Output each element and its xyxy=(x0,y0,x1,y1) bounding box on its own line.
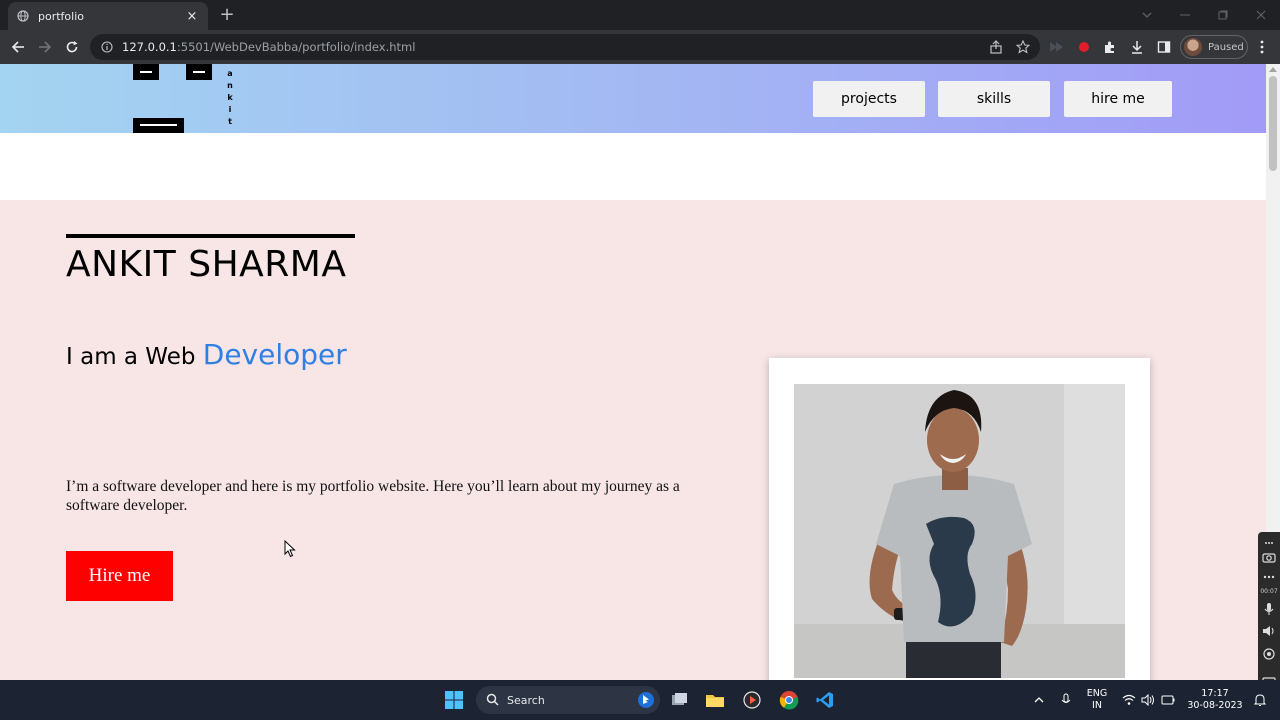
page-title: ANKIT SHARMA xyxy=(66,244,347,285)
extensions-puzzle-icon[interactable] xyxy=(1101,38,1119,56)
nav-projects[interactable]: projects xyxy=(813,81,925,117)
hire-me-button[interactable]: Hire me xyxy=(66,551,173,601)
tab-close-button[interactable]: × xyxy=(184,9,200,24)
logo-block-left xyxy=(133,64,159,80)
task-view-icon[interactable] xyxy=(666,687,692,713)
windows-start-icon[interactable] xyxy=(441,687,467,713)
profile-photo xyxy=(794,384,1125,678)
name-underline xyxy=(66,234,355,238)
close-window-button[interactable] xyxy=(1242,0,1280,30)
search-icon xyxy=(486,691,499,710)
info-icon[interactable] xyxy=(100,40,114,54)
logo-block-right xyxy=(186,64,212,80)
globe-icon xyxy=(16,9,30,23)
profile-button[interactable]: Paused xyxy=(1180,35,1248,59)
logo-letters: a n k i t xyxy=(227,69,233,126)
clock-time: 17:17 xyxy=(1201,688,1229,699)
language-indicator[interactable]: ENG IN xyxy=(1084,688,1110,712)
kebab-menu-icon[interactable] xyxy=(1253,38,1271,56)
tagline-accent: Developer xyxy=(202,338,347,371)
tab-search-chevron-icon[interactable] xyxy=(1128,0,1166,30)
clock[interactable]: 17:17 30-08-2023 xyxy=(1183,688,1247,712)
chrome-icon[interactable] xyxy=(776,687,802,713)
tray-microphone-icon[interactable] xyxy=(1053,687,1079,713)
clock-date: 30-08-2023 xyxy=(1187,700,1243,711)
scroll-thumb[interactable] xyxy=(1269,76,1277,171)
reload-button[interactable] xyxy=(60,35,84,59)
minimize-button[interactable] xyxy=(1166,0,1204,30)
site-header: a n k i t projects skills hire me xyxy=(0,64,1266,133)
tab-title: portfolio xyxy=(38,9,84,23)
download-icon[interactable] xyxy=(1128,38,1146,56)
profile-status: Paused xyxy=(1208,41,1244,53)
hero-section: ANKIT SHARMA I am a Web Developer I’m a … xyxy=(0,200,1266,680)
tagline-prefix: I am a Web xyxy=(66,344,203,370)
nav-skills[interactable]: skills xyxy=(938,81,1050,117)
extension-forward-icon[interactable] xyxy=(1048,38,1066,56)
url-host: 127.0.0.1 xyxy=(122,40,177,54)
page-viewport: a n k i t projects skills hire me ANKIT … xyxy=(0,64,1266,680)
site-logo[interactable]: a n k i t xyxy=(133,64,233,133)
share-icon[interactable] xyxy=(988,39,1004,55)
microphone-icon[interactable] xyxy=(1260,600,1278,618)
nav-hire-me[interactable]: hire me xyxy=(1064,81,1172,117)
tray-chevron-up-icon[interactable] xyxy=(1026,687,1052,713)
vscode-icon[interactable] xyxy=(812,687,838,713)
address-bar[interactable]: 127.0.0.1:5501/WebDevBabba/portfolio/ind… xyxy=(90,34,1040,60)
url-path: :5501/WebDevBabba/portfolio/index.html xyxy=(176,40,416,54)
browser-toolbar: 127.0.0.1:5501/WebDevBabba/portfolio/ind… xyxy=(0,30,1280,64)
recording-time: 00:07 xyxy=(1260,588,1278,595)
new-tab-button[interactable]: + xyxy=(216,4,238,26)
battery-icon[interactable] xyxy=(1155,687,1181,713)
logo-block-bottom xyxy=(133,118,184,133)
profile-photo-frame xyxy=(769,358,1150,680)
side-panel-icon[interactable] xyxy=(1155,38,1173,56)
more-icon[interactable] xyxy=(1260,568,1278,586)
restore-button[interactable] xyxy=(1204,0,1242,30)
bing-icon[interactable] xyxy=(633,687,659,713)
file-explorer-icon[interactable] xyxy=(702,687,728,713)
notification-bell-icon[interactable] xyxy=(1250,687,1270,713)
media-player-icon[interactable] xyxy=(739,687,765,713)
forward-button[interactable] xyxy=(33,35,57,59)
extension-record-icon[interactable] xyxy=(1075,38,1093,56)
tab-strip: portfolio × + xyxy=(0,0,1280,30)
taskbar: Search ENG IN 17:17 30-08-2023 xyxy=(0,680,1280,720)
back-button[interactable] xyxy=(6,35,30,59)
webcam-icon[interactable] xyxy=(1260,645,1278,663)
scroll-up-arrow-icon[interactable] xyxy=(1269,67,1277,72)
camera-icon[interactable] xyxy=(1260,548,1278,566)
avatar xyxy=(1184,38,1202,56)
tab-portfolio[interactable]: portfolio × xyxy=(8,2,208,30)
bookmark-star-icon[interactable] xyxy=(1015,39,1031,55)
search-label: Search xyxy=(507,693,545,707)
intro-text: I’m a software developer and here is my … xyxy=(66,478,680,514)
tagline: I am a Web Developer xyxy=(66,338,347,371)
speaker-icon[interactable] xyxy=(1260,622,1278,640)
